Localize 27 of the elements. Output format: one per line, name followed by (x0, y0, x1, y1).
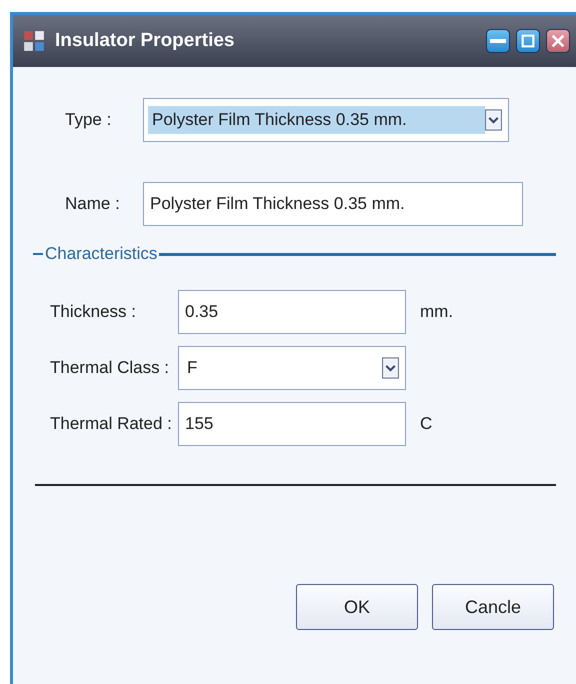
caret-icon[interactable] (382, 356, 399, 380)
unit-label: C (420, 414, 432, 434)
maximize-button[interactable] (516, 29, 540, 53)
input-field[interactable]: 0.35 (178, 290, 406, 334)
name-label: Name : (65, 194, 121, 214)
minimize-icon (490, 39, 506, 43)
input-field[interactable]: 155 (178, 402, 406, 446)
field-label: Thermal Rated : (50, 414, 173, 434)
type-dropdown[interactable]: Polyster Film Thickness 0.35 mm. (143, 98, 509, 142)
dialog-button[interactable]: Cancle (432, 584, 554, 630)
maximize-icon (520, 33, 536, 49)
type-label: Type : (65, 110, 112, 130)
dropdown[interactable]: F (178, 346, 406, 390)
caret-icon[interactable] (485, 108, 502, 132)
minimize-button[interactable] (486, 29, 510, 53)
close-icon (550, 33, 566, 49)
app-icon (23, 30, 45, 52)
field-label: Thermal Class : (50, 358, 170, 378)
type-value: Polyster Film Thickness 0.35 mm. (148, 106, 485, 134)
dialog-button[interactable]: OK (296, 584, 418, 630)
group-title: Characteristics (45, 244, 158, 264)
name-field[interactable]: Polyster Film Thickness 0.35 mm. (143, 182, 523, 226)
dropdown-value: F (186, 357, 198, 379)
close-button[interactable] (546, 29, 570, 53)
field-label: Thickness : (50, 302, 137, 322)
unit-label: mm. (420, 302, 454, 322)
window-title: Insulator Properties (55, 30, 236, 52)
